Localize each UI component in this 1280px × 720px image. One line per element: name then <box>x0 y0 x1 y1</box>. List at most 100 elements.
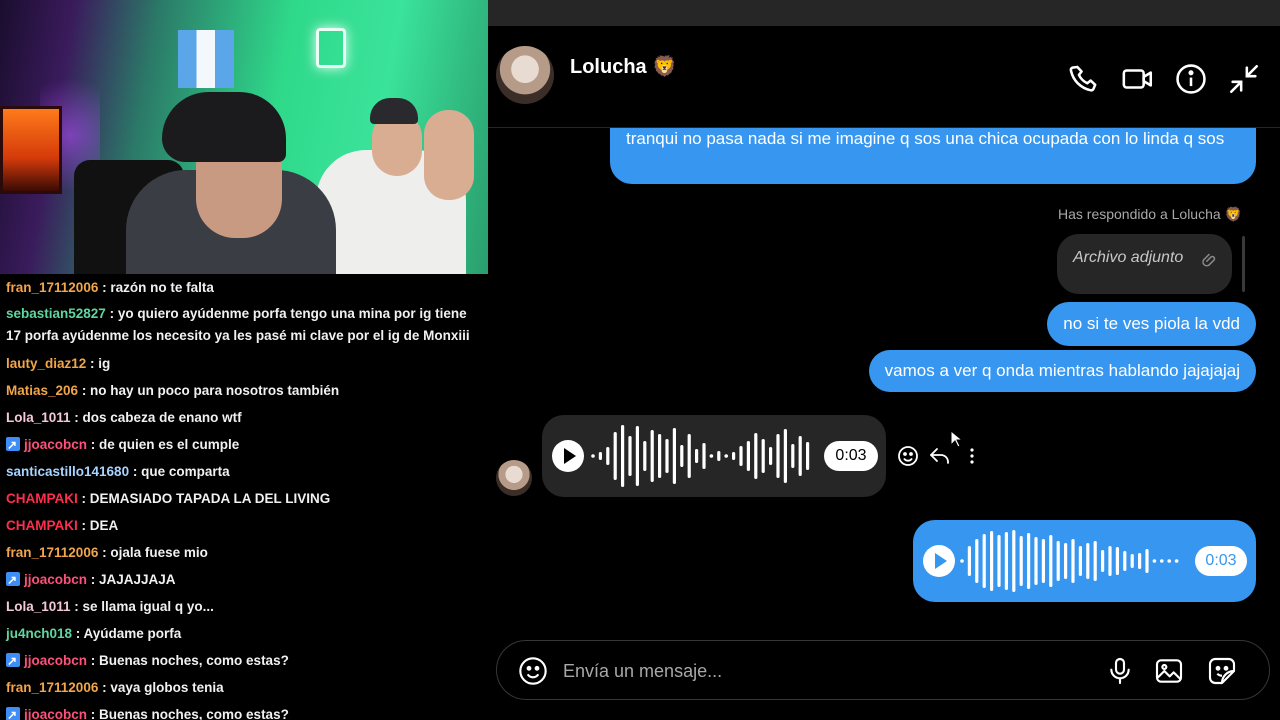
waveform-dot <box>709 454 714 458</box>
subscriber-badge-icon <box>6 432 20 459</box>
waveform-bar <box>791 444 795 468</box>
chat-username[interactable]: Matias_206 <box>6 383 78 398</box>
waveform-dot <box>1160 559 1164 563</box>
chat-text: : Buenas noches, como estas? <box>87 707 289 720</box>
chat-message: jjoacobcn : Buenas noches, como estas? <box>6 647 484 675</box>
waveform <box>591 425 810 487</box>
person-2-cap <box>370 98 418 124</box>
waveform-bar <box>628 436 632 476</box>
waveform-bar <box>695 449 699 463</box>
emoji-icon[interactable] <box>517 655 549 687</box>
waveform-bar <box>606 447 610 465</box>
waveform-dot <box>1167 559 1171 563</box>
play-icon[interactable] <box>923 545 955 577</box>
waveform-bar <box>1019 536 1023 586</box>
chat-text: : JAJAJJAJA <box>87 572 176 587</box>
message-input[interactable] <box>563 657 1083 685</box>
microphone-icon[interactable] <box>1104 655 1136 687</box>
waveform-bar <box>783 429 787 483</box>
chat-username[interactable]: jjoacobcn <box>24 572 87 587</box>
chat-message: Lola_1011 : se llama igual q yo... <box>6 593 484 620</box>
waveform-bar <box>680 445 684 467</box>
attachment-reply-preview[interactable]: Archivo adjunto <box>1057 234 1232 294</box>
chat-message: CHAMPAKI : DEA <box>6 512 484 539</box>
outgoing-message[interactable]: no si te ves piola la vdd <box>1047 302 1256 346</box>
chat-message: jjoacobcn : de quien es el cumple <box>6 431 484 459</box>
person-2-arm <box>424 110 474 200</box>
attachment-label: Archivo adjunto <box>1073 249 1184 266</box>
waveform-bar <box>982 534 986 588</box>
play-icon[interactable] <box>552 440 584 472</box>
phone-icon[interactable] <box>1068 62 1102 96</box>
chat-message: jjoacobcn : JAJAJJAJA <box>6 566 484 594</box>
chat-text: : vaya globos tenia <box>98 680 224 695</box>
waveform-bar <box>1034 537 1038 585</box>
voice-duration: 0:03 <box>1195 546 1247 576</box>
waveform-bar <box>798 436 802 476</box>
chat-text: : Buenas noches, como estas? <box>87 653 289 668</box>
webcam-feed <box>0 0 488 274</box>
outgoing-message[interactable]: vamos a ver q onda mientras hablando jaj… <box>868 350 1256 392</box>
waveform-bar <box>1056 541 1060 581</box>
chat-username[interactable]: jjoacobcn <box>24 653 87 668</box>
waveform-bar <box>650 430 654 482</box>
message-thread: tranqui no pasa nada si me imagine q sos… <box>488 128 1280 640</box>
chat-username[interactable]: Lola_1011 <box>6 599 71 614</box>
chat-message: fran_17112006 : vaya globos tenia <box>6 674 484 701</box>
subscriber-badge-icon <box>6 702 20 720</box>
person-1-cap <box>162 92 286 162</box>
chat-username[interactable]: santicastillo141680 <box>6 464 129 479</box>
minimize-icon[interactable] <box>1227 62 1261 96</box>
outgoing-message[interactable]: tranqui no pasa nada si me imagine q sos… <box>610 128 1256 184</box>
waveform-bar <box>658 434 662 478</box>
waveform-bar <box>717 451 721 461</box>
waveform-bar <box>1012 530 1016 592</box>
chat-username[interactable]: lauty_diaz12 <box>6 356 86 371</box>
chat-text: : DEA <box>77 518 119 533</box>
waveform-bar <box>1138 553 1142 569</box>
video-call-icon[interactable] <box>1121 62 1155 96</box>
dm-panel: Lolucha 🦁 tranqui no pasa nada si me ima… <box>488 0 1280 720</box>
chat-message: jjoacobcn : Buenas noches, como estas? <box>6 701 484 720</box>
info-icon[interactable] <box>1174 62 1208 96</box>
contact-avatar[interactable] <box>496 46 554 104</box>
contact-avatar-small <box>496 460 532 496</box>
chat-username[interactable]: CHAMPAKI <box>6 518 78 533</box>
waveform-dot <box>960 559 964 563</box>
chat-username[interactable]: fran_17112006 <box>6 545 98 560</box>
chat-username[interactable]: ju4nch018 <box>6 626 72 641</box>
waveform-bar <box>613 432 617 480</box>
incoming-voice-message[interactable]: 0:03 <box>542 415 886 497</box>
waveform-bar <box>769 447 773 465</box>
waveform-bar <box>1041 539 1045 583</box>
voice-duration: 0:03 <box>824 441 878 471</box>
chat-username[interactable]: jjoacobcn <box>24 707 87 720</box>
waveform-dot <box>591 454 595 458</box>
react-emoji-icon[interactable] <box>896 444 920 468</box>
waveform-bar <box>621 425 625 487</box>
subscriber-badge-icon <box>6 567 20 594</box>
chat-username[interactable]: fran_17112006 <box>6 680 98 695</box>
image-icon[interactable] <box>1153 655 1185 687</box>
chat-username[interactable]: CHAMPAKI <box>6 491 78 506</box>
waveform-dot <box>1174 559 1179 563</box>
reply-icon[interactable] <box>928 444 952 468</box>
waveform-bar <box>1115 547 1119 575</box>
waveform-bar <box>739 446 743 466</box>
chat-username[interactable]: jjoacobcn <box>24 437 87 452</box>
contact-name[interactable]: Lolucha 🦁 <box>570 54 677 79</box>
sticker-icon[interactable] <box>1206 655 1238 687</box>
waveform-bar <box>665 439 669 473</box>
reply-indicator-bar <box>1242 236 1245 292</box>
chat-text: : dos cabeza de enano wtf <box>70 410 242 425</box>
chat-text: : Ayúdame porfa <box>72 626 182 641</box>
waveform-bar <box>687 434 691 478</box>
chat-username[interactable]: sebastian52827 <box>6 306 106 321</box>
waveform-bar <box>672 428 676 484</box>
outgoing-voice-message[interactable]: 0:03 <box>913 520 1256 602</box>
waveform-bar <box>1027 533 1031 589</box>
chat-text: : no hay un poco para nosotros también <box>78 383 340 398</box>
chat-username[interactable]: fran_17112006 <box>6 280 98 295</box>
chat-username[interactable]: Lola_1011 <box>6 410 71 425</box>
chat-text: : razón no te falta <box>98 280 214 295</box>
